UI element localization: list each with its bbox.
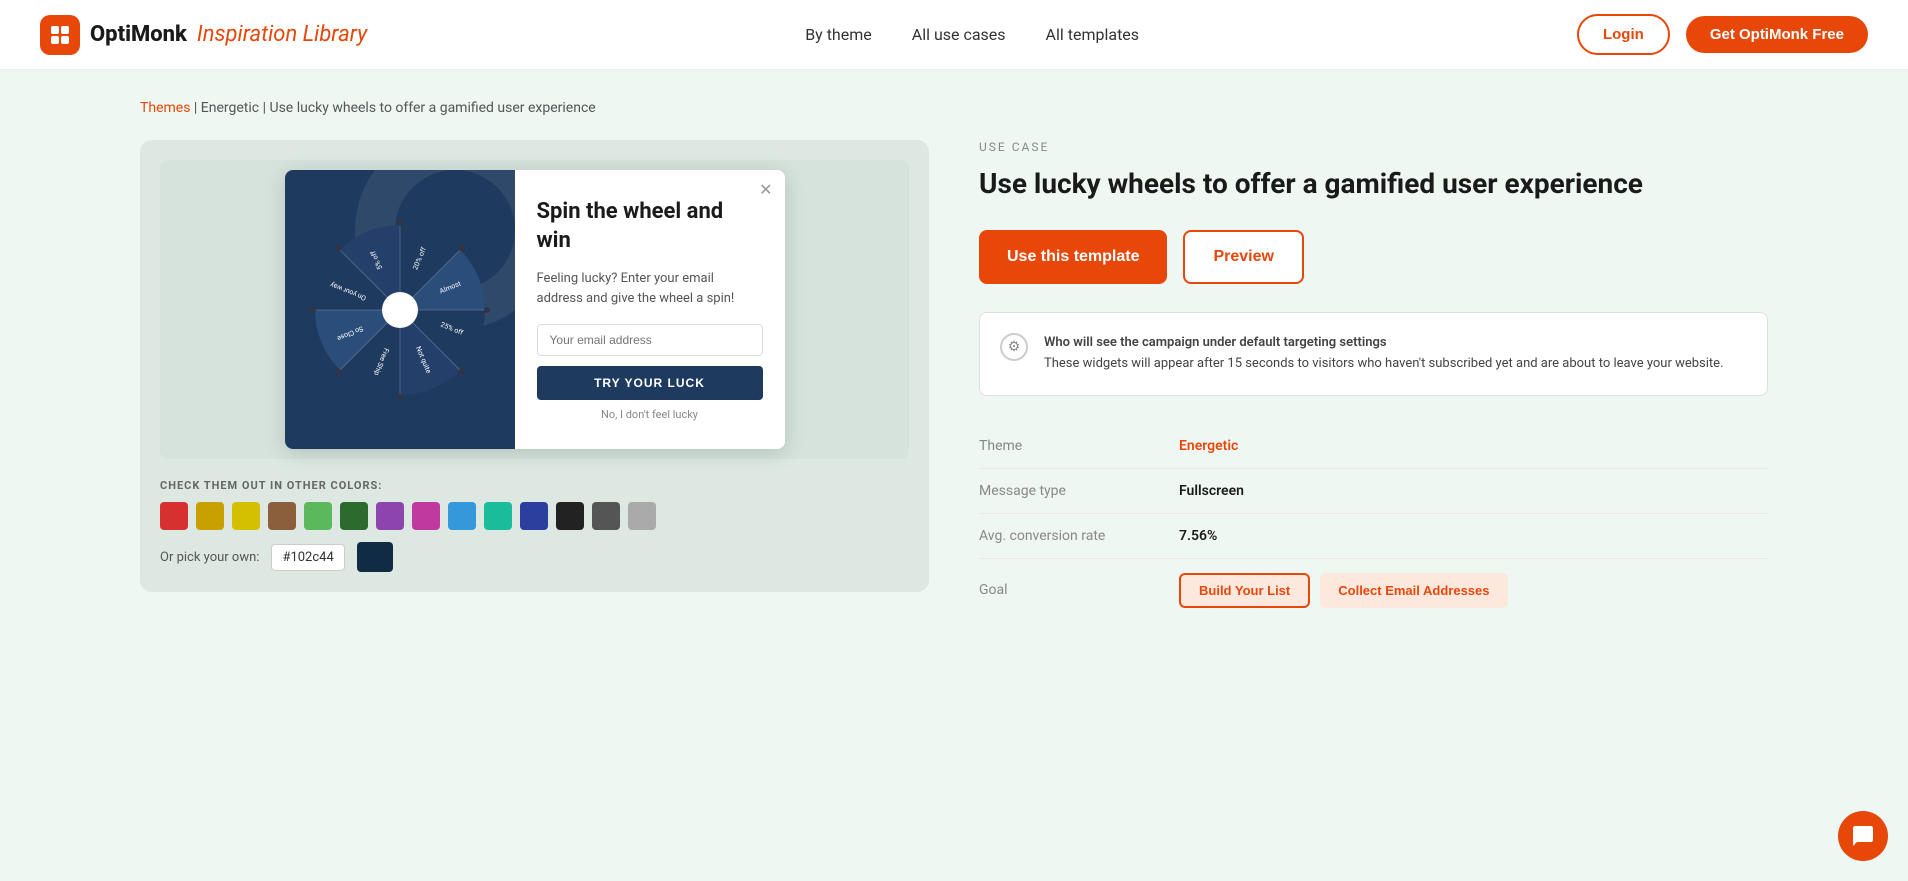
theme-value: Energetic [1179, 438, 1238, 454]
detail-row-theme: Theme Energetic [979, 424, 1768, 469]
login-button[interactable]: Login [1577, 14, 1670, 55]
swatch-brown[interactable] [268, 502, 296, 530]
swatch-teal[interactable] [484, 502, 512, 530]
targeting-info-text: Who will see the campaign under default … [1044, 333, 1724, 375]
detail-row-message-type: Message type Fullscreen [979, 469, 1768, 514]
popup-email-input[interactable] [537, 324, 763, 356]
color-preview-swatch[interactable] [357, 542, 393, 572]
swatch-blue[interactable] [520, 502, 548, 530]
swatch-light-gray[interactable] [628, 502, 656, 530]
swatch-red[interactable] [160, 502, 188, 530]
breadcrumb-themes[interactable]: Themes [140, 100, 190, 116]
popup-right-content: ✕ Spin the wheel and win Feeling lucky? … [515, 170, 785, 449]
color-hex-input[interactable]: #102c44 [271, 544, 344, 571]
logo-text: OptiMonk Inspiration Library [90, 22, 367, 47]
breadcrumb-current: Use lucky wheels to offer a gamified use… [270, 100, 596, 116]
popup-left: 20% off Almost 25% off Not quite Free Sh… [285, 170, 515, 449]
goal-build-list-button[interactable]: Build Your List [1179, 573, 1310, 608]
targeting-info-box: ⚙ Who will see the campaign under defaul… [979, 312, 1768, 396]
template-title: Use lucky wheels to offer a gamified use… [979, 166, 1768, 202]
main-content: Themes | Energetic | Use lucky wheels to… [0, 70, 1908, 881]
conversion-rate-value: 7.56% [1179, 528, 1217, 544]
breadcrumb-energetic: Energetic [201, 100, 259, 116]
pick-own-label: Or pick your own: [160, 550, 259, 565]
color-swatches [160, 502, 909, 530]
goal-buttons: Build Your List Collect Email Addresses [1179, 573, 1508, 608]
use-case-label: USE CASE [979, 140, 1768, 154]
swatch-light-blue[interactable] [448, 502, 476, 530]
swatch-light-green[interactable] [304, 502, 332, 530]
right-panel: USE CASE Use lucky wheels to offer a gam… [979, 140, 1768, 622]
swatch-pink[interactable] [412, 502, 440, 530]
swatch-black[interactable] [556, 502, 584, 530]
nav-actions: Login Get OptiMonk Free [1577, 14, 1868, 55]
swatch-yellow[interactable] [232, 502, 260, 530]
popup-try-luck-button[interactable]: TRY YOUR LUCK [537, 366, 763, 400]
goal-collect-email-button[interactable]: Collect Email Addresses [1320, 573, 1507, 608]
goal-label: Goal [979, 582, 1179, 598]
theme-label: Theme [979, 438, 1179, 454]
detail-row-conversion: Avg. conversion rate 7.56% [979, 514, 1768, 559]
swatch-dark-gray[interactable] [592, 502, 620, 530]
color-section-label: CHECK THEM OUT IN OTHER COLORS: [160, 479, 909, 492]
nav-all-templates[interactable]: All templates [1046, 25, 1140, 44]
chat-bubble-button[interactable] [1838, 811, 1888, 861]
message-type-label: Message type [979, 483, 1179, 499]
breadcrumb-separator2: | [263, 100, 270, 116]
logo-subtitle: Inspiration Library [197, 22, 367, 47]
pick-own-color: Or pick your own: #102c44 [160, 542, 909, 572]
logo-area: OptiMonk Inspiration Library [40, 15, 367, 55]
nav-by-theme[interactable]: By theme [805, 25, 872, 44]
color-section: CHECK THEM OUT IN OTHER COLORS: [160, 479, 909, 572]
preview-panel: 20% off Almost 25% off Not quite Free Sh… [140, 140, 929, 592]
get-optimonk-free-button[interactable]: Get OptiMonk Free [1686, 16, 1868, 53]
breadcrumb-separator1: | [194, 100, 201, 116]
content-grid: 20% off Almost 25% off Not quite Free Sh… [140, 140, 1768, 622]
popup-close-icon[interactable]: ✕ [759, 180, 772, 199]
popup-skip-link[interactable]: No, I don't feel lucky [537, 408, 763, 421]
preview-background: 20% off Almost 25% off Not quite Free Sh… [160, 160, 909, 459]
popup-title: Spin the wheel and win [537, 198, 763, 255]
nav-all-use-cases[interactable]: All use cases [912, 25, 1006, 44]
targeting-info-icon: ⚙ [1000, 333, 1028, 361]
swatch-purple[interactable] [376, 502, 404, 530]
popup-subtitle: Feeling lucky? Enter your email address … [537, 269, 763, 308]
breadcrumb: Themes | Energetic | Use lucky wheels to… [140, 100, 1768, 116]
header: OptiMonk Inspiration Library By theme Al… [0, 0, 1908, 70]
action-buttons: Use this template Preview [979, 230, 1768, 284]
spin-wheel: 20% off Almost 25% off Not quite Free Sh… [310, 220, 490, 400]
use-template-button[interactable]: Use this template [979, 230, 1167, 284]
details-table: Theme Energetic Message type Fullscreen … [979, 424, 1768, 622]
info-bold-text: Who will see the campaign under default … [1044, 335, 1387, 350]
optimonk-logo-icon [40, 15, 80, 55]
preview-button[interactable]: Preview [1183, 230, 1303, 284]
swatch-dark-green[interactable] [340, 502, 368, 530]
info-body-text: These widgets will appear after 15 secon… [1044, 356, 1724, 371]
main-nav: By theme All use cases All templates [805, 25, 1139, 44]
conversion-rate-label: Avg. conversion rate [979, 528, 1179, 544]
detail-row-goal: Goal Build Your List Collect Email Addre… [979, 559, 1768, 622]
message-type-value: Fullscreen [1179, 483, 1244, 499]
swatch-gold[interactable] [196, 502, 224, 530]
popup-preview: 20% off Almost 25% off Not quite Free Sh… [285, 170, 785, 449]
